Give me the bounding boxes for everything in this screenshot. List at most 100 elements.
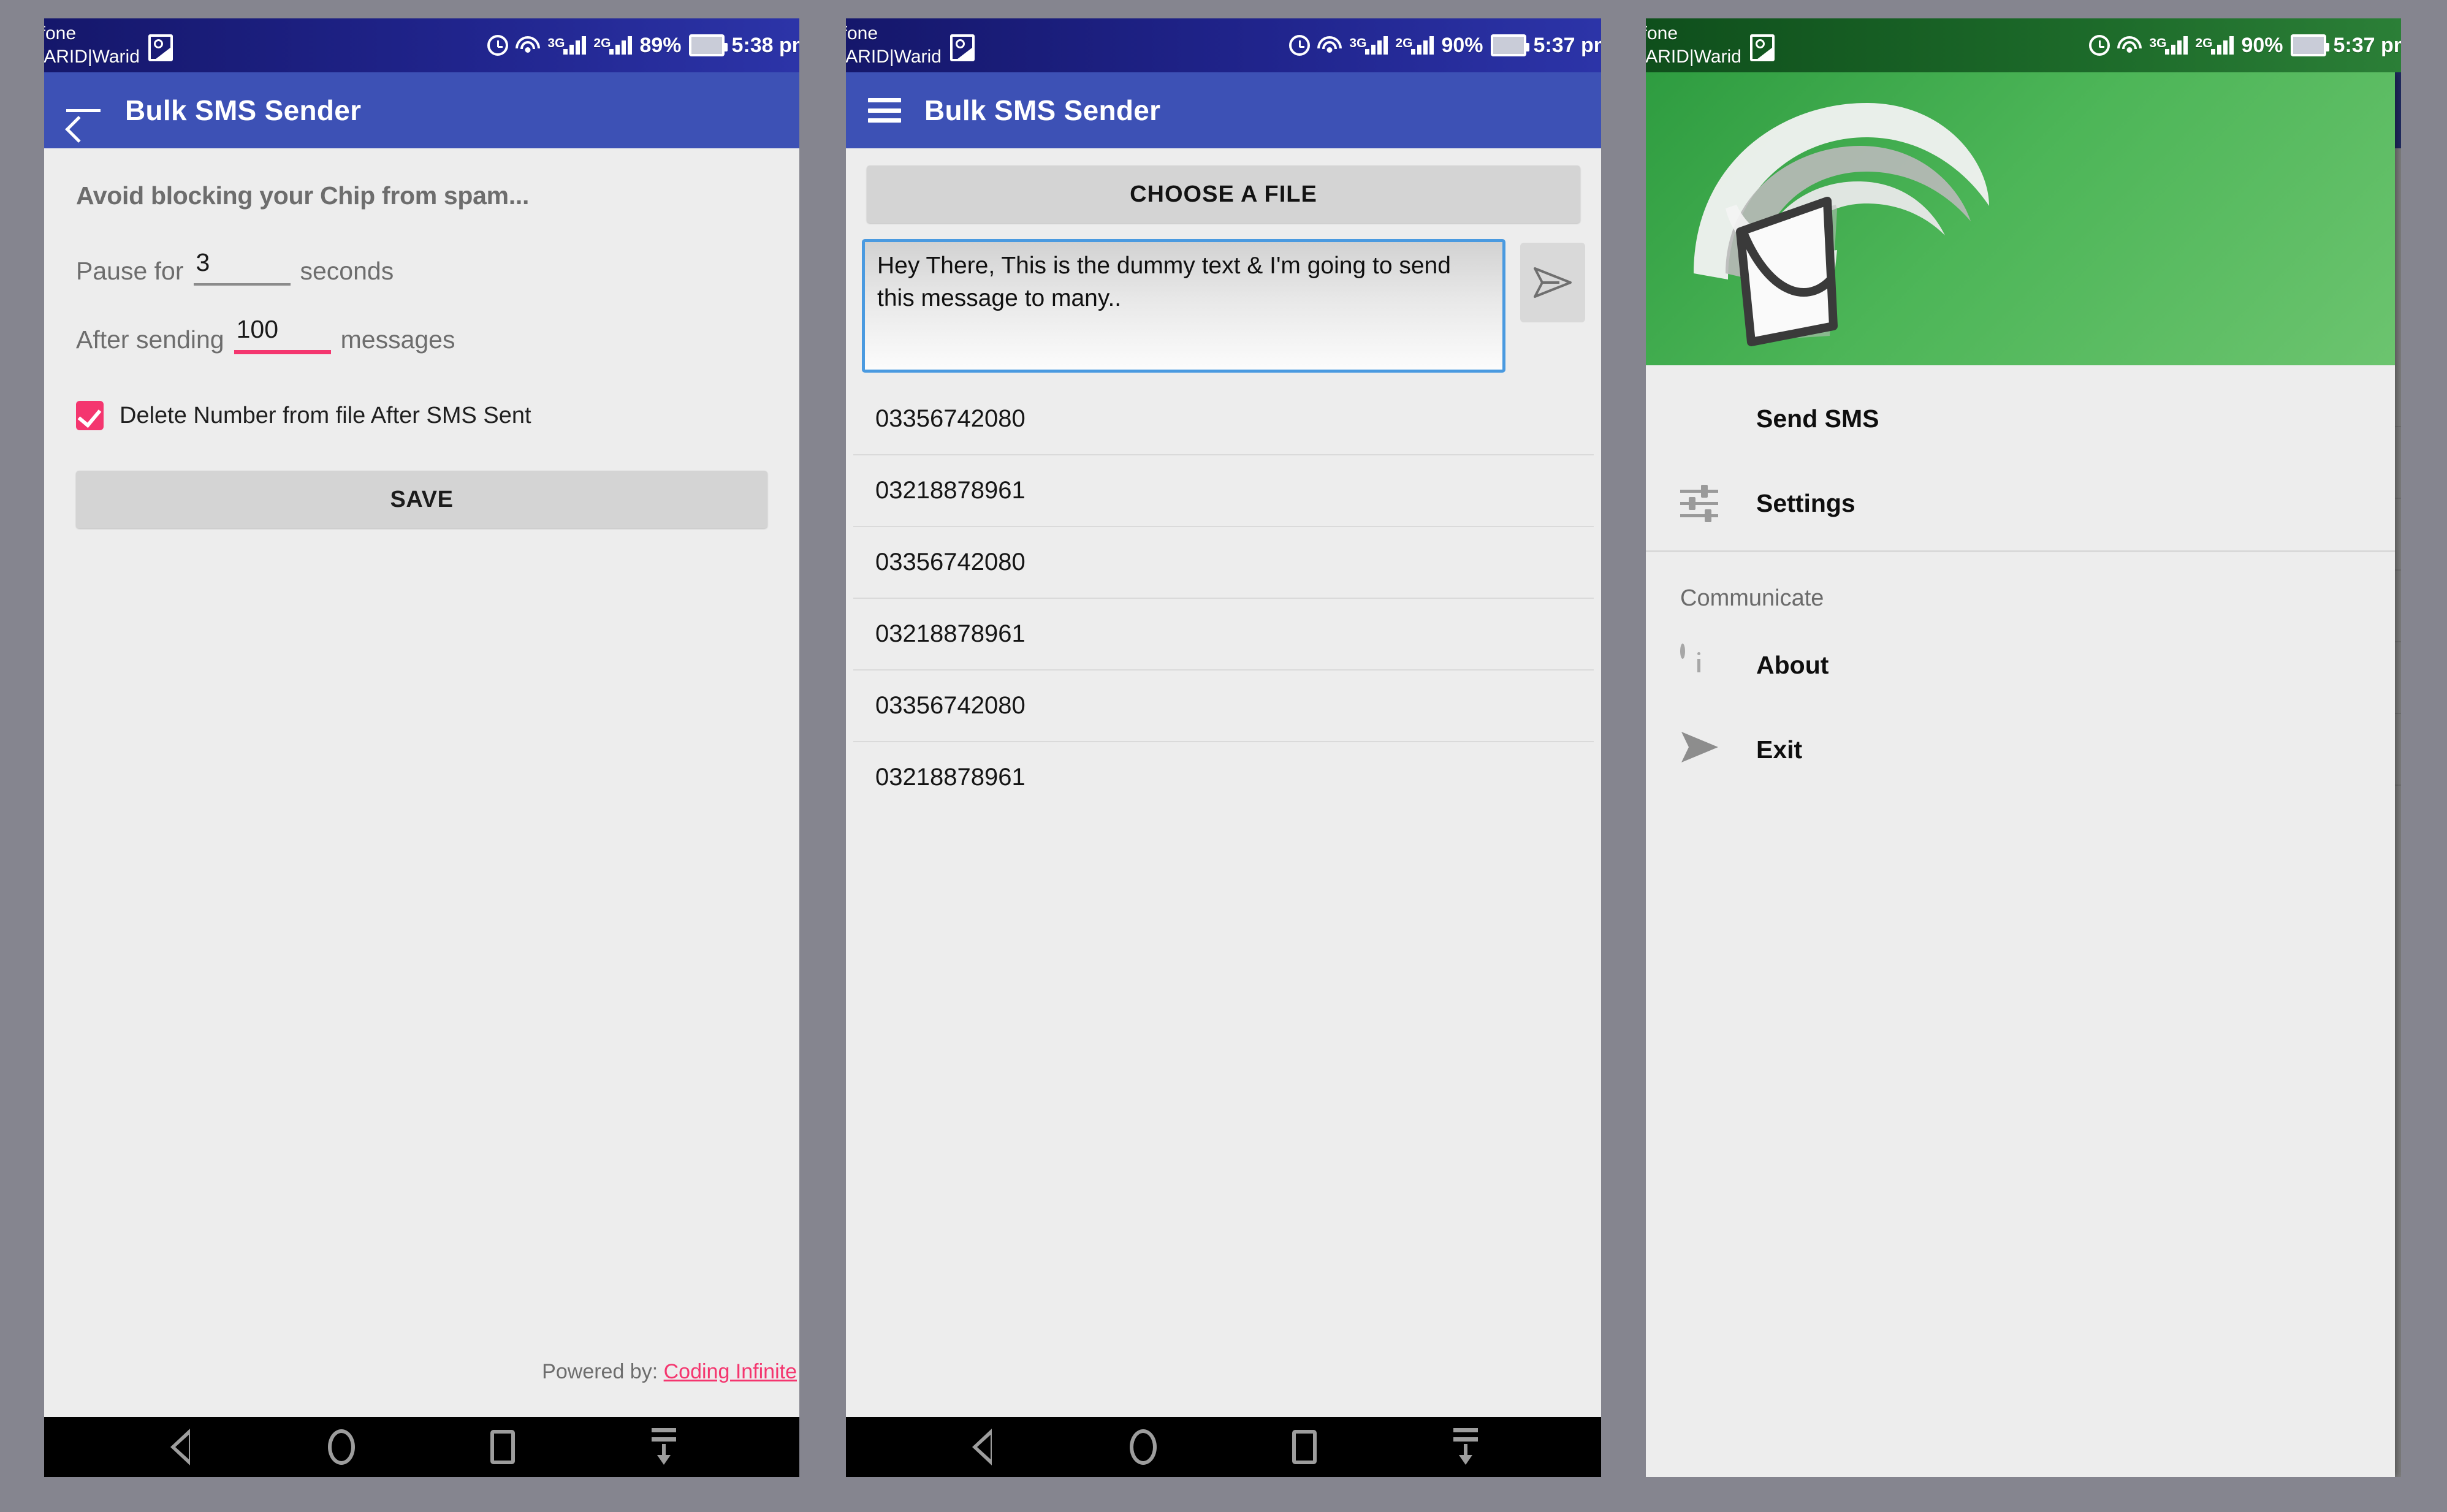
nav-back-button[interactable] — [162, 1429, 199, 1465]
signal-1: 3G — [2149, 36, 2188, 55]
drawer-item-send-sms[interactable]: Send SMS — [1646, 376, 2395, 461]
status-bar: Ufone WARID|Warid 3G 2G 90% 5:37 pm — [1646, 18, 2401, 72]
carrier-line-1: Ufone — [1646, 23, 1678, 44]
status-bar-carrier: Ufone WARID|Warid — [846, 18, 975, 72]
drawer-item-label: Exit — [1756, 735, 1803, 764]
screenshot-icon — [949, 34, 975, 61]
drawer-item-label: About — [1756, 650, 1829, 679]
alarm-icon — [487, 35, 509, 56]
alarm-icon — [1289, 35, 1311, 56]
after-sending-row: After sending 100 messages — [76, 315, 767, 354]
page-title: Bulk SMS Sender — [125, 94, 362, 126]
tune-sliders-icon — [1680, 484, 1718, 522]
messages-count-input[interactable]: 100 — [234, 315, 331, 354]
drawer-item-exit[interactable]: Exit — [1646, 707, 2395, 792]
signal-2: 2G — [593, 36, 633, 55]
wifi-icon — [516, 36, 541, 55]
battery-percent: 90% — [1441, 33, 1483, 57]
hamburger-menu-icon[interactable] — [868, 98, 901, 123]
list-item[interactable]: 03356742080 — [853, 384, 1594, 455]
signal-1: 3G — [547, 36, 587, 55]
signal-1: 3G — [1349, 36, 1388, 55]
list-item[interactable]: 03356742080 — [853, 671, 1594, 742]
status-bar-carrier: Ufone WARID|Warid — [1646, 18, 1775, 72]
nav-hide-button[interactable] — [645, 1428, 682, 1465]
message-compose-row: Hey There, This is the dummy text & I'm … — [862, 239, 1585, 373]
list-item[interactable]: 03356742080 — [853, 527, 1594, 599]
drawer-item-settings[interactable]: Settings — [1646, 461, 2395, 545]
envelope-signal-logo — [1694, 103, 1989, 346]
app-bar: Bulk SMS Sender — [846, 72, 1601, 148]
powered-by-footer: Powered by: Coding Infinite — [44, 1360, 799, 1384]
list-item[interactable]: 03218878961 — [853, 455, 1594, 527]
after-prefix-label: After sending — [76, 325, 224, 354]
send-arrow-icon — [1534, 267, 1572, 298]
choose-a-file-button[interactable]: CHOOSE A FILE — [867, 165, 1580, 223]
nav-hide-button[interactable] — [1447, 1428, 1484, 1465]
send-sms-body: CHOOSE A FILE Hey There, This is the dum… — [846, 148, 1601, 1417]
pause-for-row: Pause for 3 seconds — [76, 248, 767, 286]
signal-bars-icon — [562, 36, 587, 55]
status-bar-icons: 3G 2G 89% 5:38 pm — [487, 18, 799, 72]
message-input[interactable]: Hey There, This is the dummy text & I'm … — [862, 239, 1505, 373]
clock: 5:37 pm — [2333, 33, 2402, 57]
nav-back-button[interactable] — [964, 1429, 1000, 1465]
wifi-icon — [2117, 36, 2142, 55]
battery-icon — [1490, 34, 1529, 56]
carrier-line-1: Ufone — [846, 23, 878, 44]
battery-icon — [2290, 34, 2329, 56]
send-arrow-icon — [1680, 731, 1718, 769]
status-bar-icons: 3G 2G 90% 5:37 pm — [1289, 18, 1601, 72]
nav-home-button[interactable] — [1125, 1429, 1162, 1465]
pause-suffix-label: seconds — [300, 257, 394, 285]
app-bar: Bulk SMS Sender — [44, 72, 799, 148]
status-bar-icons: 3G 2G 90% 5:37 pm — [2089, 18, 2401, 72]
delete-number-checkbox-row[interactable]: Delete Number from file After SMS Sent — [76, 401, 767, 430]
nav-recents-button[interactable] — [484, 1429, 521, 1465]
signal-bars-icon — [2210, 36, 2234, 55]
screenshot-icon — [148, 34, 173, 61]
pause-seconds-input[interactable]: 3 — [193, 248, 291, 286]
powered-by-label: Powered by: — [542, 1360, 658, 1383]
carrier-line-2: WARID|Warid — [1646, 47, 1741, 67]
carrier-line-1: Ufone — [44, 23, 77, 44]
signal-bars-icon — [608, 36, 633, 55]
signal-2: 2G — [2195, 36, 2234, 55]
drawer-item-about[interactable]: About — [1646, 623, 2395, 707]
drawer-section-label: Communicate — [1680, 585, 1824, 611]
status-bar-carrier: Ufone WARID|Warid — [44, 18, 173, 72]
send-button[interactable] — [1520, 243, 1585, 322]
hint-text: Avoid blocking your Chip from spam... — [76, 181, 530, 210]
settings-body: Avoid blocking your Chip from spam... Pa… — [44, 148, 799, 1417]
drawer-item-label: Send SMS — [1756, 404, 1879, 433]
signal-2: 2G — [1395, 36, 1434, 55]
after-suffix-label: messages — [340, 325, 455, 354]
carrier-line-2: WARID|Warid — [44, 47, 140, 67]
battery-percent: 89% — [639, 33, 682, 57]
list-item[interactable]: 03218878961 — [853, 742, 1594, 813]
checkbox-checked-icon[interactable] — [76, 401, 104, 430]
nav-home-button[interactable] — [323, 1429, 360, 1465]
status-bar: Ufone WARID|Warid 3G 2G 90% 5:37 pm — [846, 18, 1601, 72]
status-bar: Ufone WARID|Warid 3G 2G 89% 5:38 pm — [44, 18, 799, 72]
back-arrow-icon[interactable] — [66, 97, 102, 124]
checkbox-label: Delete Number from file After SMS Sent — [120, 402, 531, 428]
carrier-line-2: WARID|Warid — [846, 47, 942, 67]
pause-prefix-label: Pause for — [76, 257, 184, 285]
signal-bars-icon — [1364, 36, 1388, 55]
drawer-header — [1646, 72, 2395, 365]
screenshot-icon — [1749, 34, 1775, 61]
nav-recents-button[interactable] — [1286, 1429, 1323, 1465]
battery-percent: 90% — [2241, 33, 2283, 57]
save-button[interactable]: SAVE — [76, 471, 767, 528]
drawer-secondary-items: About Exit — [1646, 612, 2395, 792]
signal-bars-icon — [2164, 36, 2188, 55]
android-nav-bar — [44, 1417, 799, 1477]
screen-nav-drawer: Ufone WARID|Warid 3G 2G 90% 5:37 pm — [1646, 18, 2401, 1477]
phone-number-list: 03356742080 03218878961 03356742080 0321… — [853, 384, 1594, 813]
battery-icon — [688, 34, 728, 56]
list-item[interactable]: 03218878961 — [853, 599, 1594, 671]
drawer-primary-items: Send SMS Settings — [1646, 365, 2395, 545]
clock: 5:38 pm — [731, 33, 800, 57]
coding-infinite-link[interactable]: Coding Infinite — [664, 1360, 797, 1383]
